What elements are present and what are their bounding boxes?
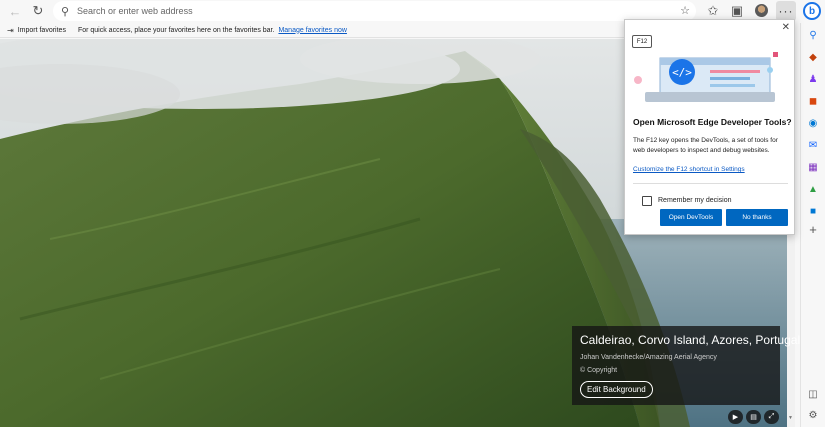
sidebar-toggle-icon[interactable]: ◫ <box>806 387 820 401</box>
address-input[interactable] <box>77 6 637 16</box>
games-icon[interactable]: ♟ <box>806 72 820 86</box>
image-gallery-icon[interactable]: ▤ <box>746 410 761 424</box>
refresh-icon[interactable]: ↻ <box>28 2 48 20</box>
address-bar[interactable]: ⚲ ☆ <box>53 1 696 21</box>
background-info-card: Caldeirao, Corvo Island, Azores, Portuga… <box>572 326 801 405</box>
add-icon[interactable]: + <box>806 222 820 237</box>
svg-text:</>: </> <box>672 66 692 79</box>
remember-decision-label[interactable]: Remember my decision <box>658 197 732 204</box>
settings-icon[interactable]: ⚙ <box>806 408 820 422</box>
collections-icon[interactable]: ▣ <box>727 2 747 20</box>
close-icon[interactable]: ✕ <box>782 22 790 33</box>
profile-avatar[interactable] <box>755 4 768 17</box>
shopping-tag-icon[interactable]: ◆ <box>806 50 820 64</box>
divider <box>633 183 788 184</box>
customize-shortcut-link[interactable]: Customize the F12 shortcut in Settings <box>633 166 745 173</box>
favorites-bar-message: For quick access, place your favorites h… <box>77 26 275 34</box>
back-icon[interactable]: ← <box>5 2 25 20</box>
tree-icon[interactable]: ▲ <box>806 182 820 196</box>
dialog-body: The F12 key opens the DevTools, a set of… <box>633 137 778 154</box>
background-author: Johan Vandenhecke/Amazing Aerial Agency <box>580 354 717 361</box>
import-favorites-button[interactable]: Import favorites <box>18 27 66 34</box>
favorites-icon[interactable]: ✩ <box>703 2 723 20</box>
manage-favorites-link[interactable]: Manage favorites now <box>278 27 346 34</box>
tools-icon[interactable]: ■ <box>806 204 820 218</box>
open-devtools-button[interactable]: Open DevTools <box>660 209 722 226</box>
edge-sidebar: ⚲ ◆ ♟ ◼ ◉ ✉ ▦ ▲ ■ + ◫ ⚙ <box>800 23 825 427</box>
import-icon: ⇥ <box>7 25 14 35</box>
remember-decision-checkbox[interactable] <box>642 196 652 206</box>
scroll-down-icon[interactable]: ▼ <box>788 415 793 421</box>
search-icon: ⚲ <box>60 5 70 18</box>
add-favorite-icon[interactable]: ☆ <box>680 4 690 17</box>
fullscreen-icon[interactable]: ⤢ <box>764 410 779 424</box>
search-icon[interactable]: ⚲ <box>806 28 820 42</box>
outlook-icon[interactable]: ◉ <box>806 116 820 130</box>
devtools-prompt-dialog: ✕ F12 </> Open Microsoft Edge Developer … <box>624 19 795 235</box>
play-icon[interactable]: ▶ <box>728 410 743 424</box>
f12-key-badge: F12 <box>632 35 652 48</box>
onenote-icon[interactable]: ✉ <box>806 138 820 152</box>
microsoft365-icon[interactable]: ◼ <box>806 94 820 108</box>
settings-more-button[interactable]: ··· <box>776 1 796 21</box>
no-thanks-button[interactable]: No thanks <box>726 209 788 226</box>
background-title: Caldeirao, Corvo Island, Azores, Portuga… <box>580 333 801 347</box>
background-copyright[interactable]: © Copyright <box>580 367 772 374</box>
bing-copilot-icon[interactable]: b <box>803 2 821 20</box>
dialog-title: Open Microsoft Edge Developer Tools? <box>633 117 792 127</box>
devtools-illustration-icon: </> <box>634 52 778 102</box>
edit-background-button[interactable]: Edit Background <box>580 381 653 398</box>
onenote-icon[interactable]: ▦ <box>806 160 820 174</box>
